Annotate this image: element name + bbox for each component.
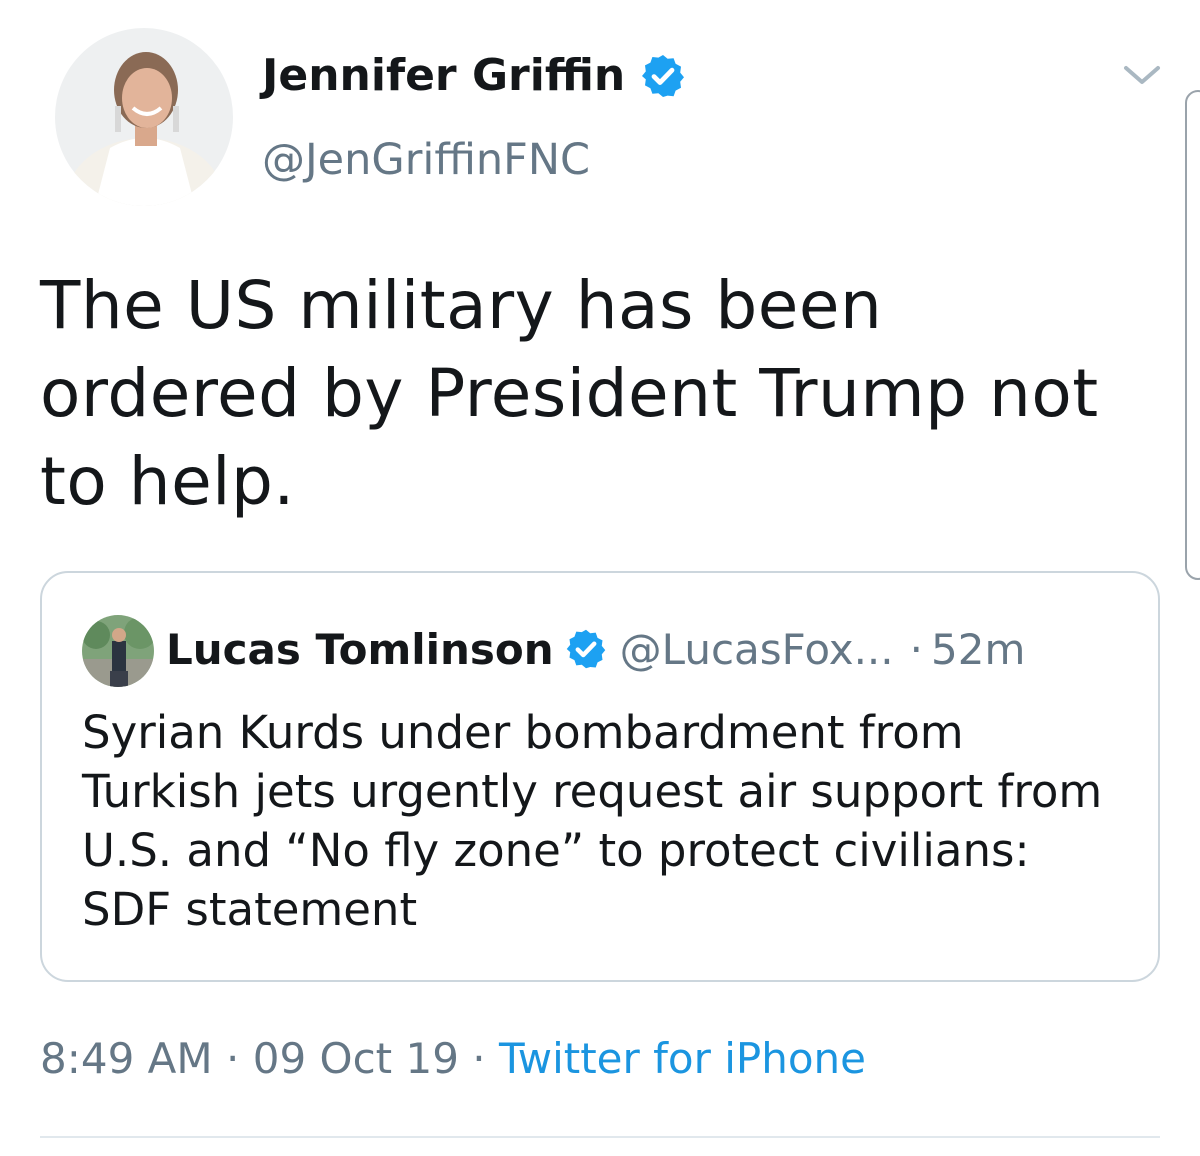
author-name-row[interactable]: Jennifer Griffin: [262, 44, 687, 108]
author-name[interactable]: Jennifer Griffin: [262, 44, 625, 108]
separator-dot: ·: [226, 1034, 240, 1083]
scrollbar[interactable]: [1185, 90, 1200, 580]
separator-dot: ·: [909, 624, 923, 674]
tweet-text: The US military has been ordered by Pres…: [40, 267, 1099, 520]
avatar-image: [55, 28, 233, 206]
tweet-source-link[interactable]: Twitter for iPhone: [499, 1034, 866, 1083]
quoted-author-avatar: [82, 615, 154, 687]
quoted-tweet-header: Lucas Tomlinson @LucasFox... · 52m: [166, 613, 1025, 685]
separator-dot: ·: [472, 1034, 486, 1083]
tweet-date[interactable]: 09 Oct 19: [253, 1034, 459, 1083]
author-handle[interactable]: @JenGriffinFNC: [262, 130, 590, 190]
quoted-tweet-time[interactable]: 52m: [931, 625, 1025, 674]
quoted-author-name[interactable]: Lucas Tomlinson: [166, 625, 554, 674]
quoted-avatar-image: [82, 615, 154, 687]
tweet-time[interactable]: 8:49 AM: [40, 1034, 213, 1083]
quoted-author-handle[interactable]: @LucasFox...: [620, 625, 894, 674]
quoted-tweet-card[interactable]: Lucas Tomlinson @LucasFox... · 52m Syria…: [40, 571, 1160, 982]
quoted-tweet-text: Syrian Kurds under bombardment from Turk…: [82, 706, 1103, 936]
verified-badge-icon: [642, 55, 685, 97]
tweet-meta: 8:49 AM · 09 Oct 19 · Twitter for iPhone: [40, 1028, 866, 1090]
verified-badge-icon: [566, 629, 605, 669]
author-avatar[interactable]: [55, 28, 233, 206]
chevron-down-icon[interactable]: [1120, 58, 1164, 92]
divider: [40, 1136, 1160, 1138]
